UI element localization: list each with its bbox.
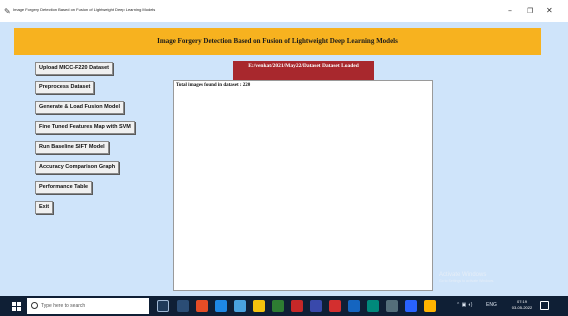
minimize-button[interactable]: – [508, 6, 512, 16]
activate-windows-watermark: Activate Windows Go to Settings to activ… [439, 272, 494, 283]
upload-dataset-button[interactable]: Upload MICC-F220 Dataset [35, 62, 113, 75]
app-icon-teal[interactable] [367, 300, 379, 312]
system-clock[interactable]: 07:19 03-05-2022 [508, 299, 536, 311]
taskbar-search-box[interactable]: Type here to search [27, 298, 149, 314]
generate-fusion-model-button[interactable]: Generate & Load Fusion Model [35, 101, 124, 114]
page-title: Image Forgery Detection Based on Fusion … [157, 37, 398, 45]
preprocess-dataset-button[interactable]: Preprocess Dataset [35, 81, 95, 94]
word-icon[interactable] [348, 300, 360, 312]
watermark-title: Activate Windows [439, 272, 487, 278]
python-icon[interactable] [405, 300, 417, 312]
fine-tuned-svm-button[interactable]: Fine Tuned Features Map with SVM [35, 121, 135, 134]
search-icon [31, 302, 38, 309]
language-indicator[interactable]: ENG [486, 302, 497, 308]
window-titlebar: ✎ Image Forgery Detection Based on Fusio… [0, 0, 568, 22]
output-line: Total images found in dataset : 220 [176, 83, 251, 88]
app-icon-blue[interactable] [310, 300, 322, 312]
tray-icons[interactable]: ⌃ ▣ ◖) [456, 302, 472, 308]
header-banner: Image Forgery Detection Based on Fusion … [14, 28, 541, 55]
mic-icon[interactable] [157, 300, 169, 312]
app-client-area: Image Forgery Detection Based on Fusion … [0, 22, 568, 296]
app-icon-yellow[interactable] [424, 300, 436, 312]
file-explorer-icon[interactable] [253, 300, 265, 312]
edge-icon[interactable] [215, 300, 227, 312]
output-textarea[interactable]: Total images found in dataset : 220 [173, 80, 433, 291]
store-icon[interactable] [234, 300, 246, 312]
search-placeholder: Type here to search [41, 303, 86, 309]
feather-icon: ✎ [4, 7, 11, 16]
clock-date: 03-05-2022 [511, 305, 533, 310]
pdf-icon[interactable] [329, 300, 341, 312]
windows-start-icon[interactable] [12, 302, 21, 311]
run-sift-model-button[interactable]: Run Baseline SIFT Model [35, 141, 109, 154]
taskbar: Type here to search ⌃ ▣ ◖) ENG 07:19 03-… [0, 296, 568, 316]
dataset-status-label: E:/venkat/2021/May22/Dataset Dataset Loa… [233, 61, 374, 80]
browser-icon[interactable] [196, 300, 208, 312]
maximize-button[interactable]: ❐ [527, 6, 533, 16]
app-icon-green[interactable] [272, 300, 284, 312]
notification-icon[interactable] [540, 301, 549, 310]
exit-button[interactable]: Exit [35, 201, 54, 214]
watermark-subtitle: Go to Settings to activate Windows. [439, 279, 495, 283]
terminal-icon[interactable] [386, 300, 398, 312]
accuracy-graph-button[interactable]: Accuracy Comparison Graph [35, 161, 120, 174]
task-view-icon[interactable] [177, 300, 189, 312]
window-title: Image Forgery Detection Based on Fusion … [13, 7, 156, 12]
app-icon-red[interactable] [291, 300, 303, 312]
close-button[interactable]: ✕ [546, 6, 553, 16]
performance-table-button[interactable]: Performance Table [35, 181, 93, 194]
